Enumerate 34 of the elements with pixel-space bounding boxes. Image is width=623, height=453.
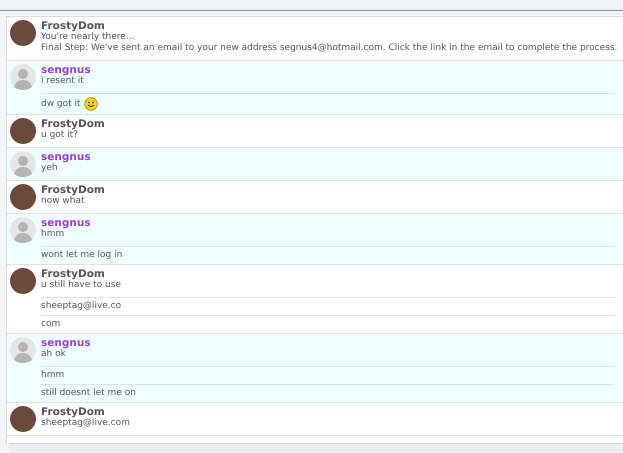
sender-name: FrostyDom bbox=[41, 267, 106, 280]
photo-placeholder bbox=[10, 184, 36, 210]
message-text: dw got it bbox=[41, 98, 81, 110]
avatar-icon bbox=[10, 337, 36, 363]
message-text: sheeptag@live.com bbox=[41, 418, 130, 429]
photo-placeholder bbox=[10, 406, 36, 432]
sender-name: FrostyDom bbox=[41, 19, 106, 32]
message-text: You're nearly there... bbox=[41, 32, 134, 43]
message-text: hmm bbox=[41, 229, 64, 240]
photo-placeholder bbox=[10, 118, 36, 144]
message-text: u still have to use bbox=[41, 280, 121, 291]
message-text: sheeptag@live.co bbox=[41, 301, 122, 312]
sender-name: FrostyDom bbox=[41, 117, 106, 130]
sender-name: sengnus bbox=[41, 336, 92, 349]
avatar-icon bbox=[10, 64, 36, 90]
message-text: ah ok bbox=[41, 349, 66, 360]
message-text: com bbox=[41, 319, 60, 330]
sender-name: sengnus bbox=[41, 150, 92, 163]
message-text: hmm bbox=[41, 370, 64, 381]
sender-name: FrostyDom bbox=[41, 183, 106, 196]
message-text: u got it? bbox=[41, 130, 78, 141]
message-text: Final Step: We've sent an email to your new address segnus4@hotmail.com. Click the link in the email to complete the process. bbox=[41, 43, 618, 54]
avatar-icon bbox=[10, 151, 36, 177]
message-text: i resent it bbox=[41, 76, 84, 87]
message-text: now what bbox=[41, 196, 85, 207]
message-text: wont let me log in bbox=[41, 250, 122, 261]
avatar-icon bbox=[10, 217, 36, 243]
message-text: still doesnt let me on bbox=[41, 388, 136, 399]
photo-placeholder bbox=[10, 268, 36, 294]
sender-name: sengnus bbox=[41, 63, 92, 76]
photo-placeholder bbox=[10, 20, 36, 46]
message-text: yeh bbox=[41, 163, 58, 174]
sender-name: FrostyDom bbox=[41, 405, 106, 418]
sender-name: sengnus bbox=[41, 216, 92, 229]
